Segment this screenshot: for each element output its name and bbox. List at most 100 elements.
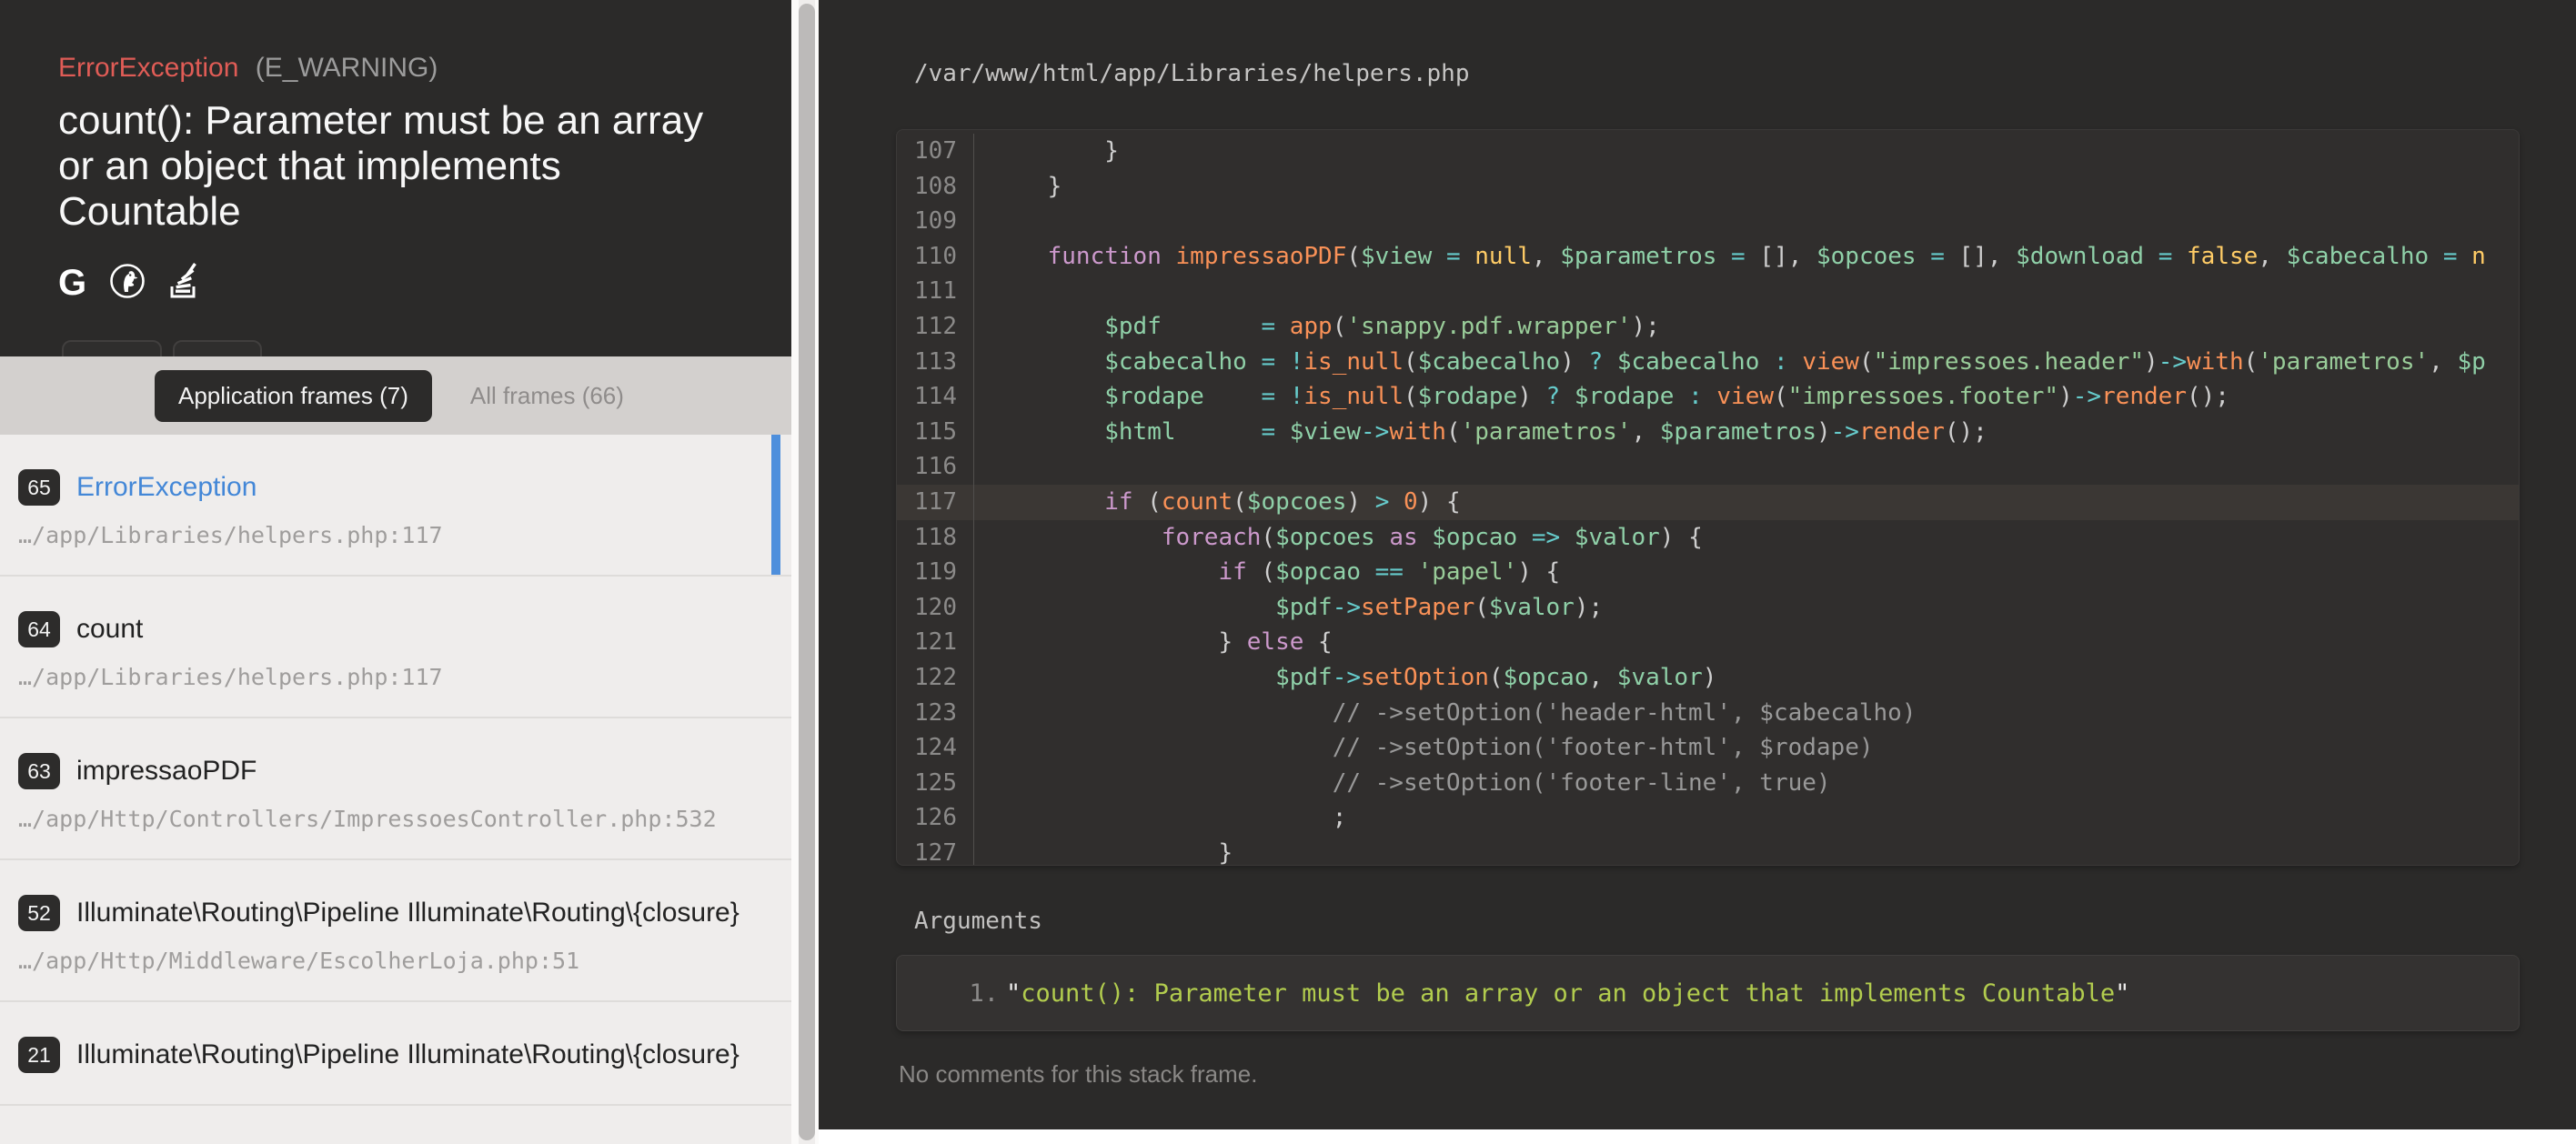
line-number: 121: [897, 625, 974, 660]
error-page: ErrorException (E_WARNING) count(): Para…: [0, 0, 2576, 1144]
exception-title: ErrorException (E_WARNING): [58, 53, 755, 84]
frame-row[interactable]: 63 impressaoPDF …/app/Http/Controllers/Imp…: [0, 718, 791, 860]
line-code: $cabecalho = !is_null($cabecalho) ? $cab…: [974, 345, 2486, 380]
frame-head: 63 impressaoPDF: [18, 748, 755, 795]
code-line: 114 $rodape = !is_null($rodape) ? $rodap…: [897, 379, 2519, 415]
frame-detail-panel: /var/www/html/app/Libraries/helpers.php …: [819, 0, 2576, 1129]
code-line: 118 foreach($opcoes as $opcao => $valor)…: [897, 520, 2519, 556]
line-number: 109: [897, 204, 974, 239]
clipped-header-button-1[interactable]: [62, 340, 162, 356]
line-number: 117: [897, 485, 974, 520]
code-line: 124 // ->setOption('footer-html', $rodap…: [897, 730, 2519, 766]
code-line: 125 // ->setOption('footer-line', true): [897, 766, 2519, 801]
line-number: 127: [897, 836, 974, 866]
line-code: foreach($opcoes as $opcao => $valor) {: [974, 520, 1703, 556]
argument-value: count(): Parameter must be an array or a…: [1021, 979, 2115, 1008]
frame-path: …/app/Http/Controllers/ImpressoesControl…: [18, 806, 755, 833]
code-line: 110 function impressaoPDF($view = null, …: [897, 239, 2519, 275]
frame-head: 52 Illuminate\Routing\Pipeline Illuminate…: [18, 889, 755, 937]
line-number: 123: [897, 696, 974, 731]
code-line: 119 if ($opcao == 'papel') {: [897, 555, 2519, 590]
frames-filter-tabbar: Application frames (7) All frames (66): [0, 356, 791, 435]
frame-name: impressaoPDF: [76, 748, 257, 795]
arguments-box: 1."count(): Parameter must be an array o…: [896, 955, 2520, 1031]
frame-index-badge: 64: [18, 611, 60, 647]
line-number: 118: [897, 520, 974, 556]
line-number: 120: [897, 590, 974, 626]
frame-name: Illuminate\Routing\Pipeline Illuminate\R…: [76, 1031, 740, 1079]
line-code: // ->setOption('footer-line', true): [974, 766, 1831, 801]
line-code: function impressaoPDF($view = null, $par…: [974, 239, 2486, 275]
no-comments-text: No comments for this stack frame.: [899, 1060, 1257, 1089]
argument-close-quote: ": [2115, 979, 2129, 1008]
line-number: 116: [897, 449, 974, 485]
code-line: 120 $pdf->setPaper($valor);: [897, 590, 2519, 626]
line-code: $pdf->setOption($opcao, $valor): [974, 660, 1716, 696]
frames-list: 65 ErrorException …/app/Libraries/helpers.…: [0, 435, 791, 1144]
frame-index-badge: 52: [18, 895, 60, 931]
frame-index-badge: 65: [18, 469, 60, 506]
line-number: 110: [897, 239, 974, 275]
stackoverflow-search-icon[interactable]: [168, 262, 199, 305]
line-code: [974, 449, 991, 485]
line-code: $html = $view->with('parametros', $param…: [974, 415, 1987, 450]
frame-index-badge: 63: [18, 753, 60, 789]
line-code: }: [974, 836, 1233, 866]
line-number: 114: [897, 379, 974, 415]
code-line: 123 // ->setOption('header-html', $cabec…: [897, 696, 2519, 731]
code-line: 116: [897, 449, 2519, 485]
duckduckgo-search-icon[interactable]: [108, 262, 146, 305]
line-code: $pdf = app('snappy.pdf.wrapper');: [974, 309, 1660, 345]
file-path: /var/www/html/app/Libraries/helpers.php: [914, 60, 1469, 87]
argument-item: 1."count(): Parameter must be an array o…: [897, 979, 2519, 1008]
exception-class: ErrorException: [58, 53, 238, 83]
line-number: 111: [897, 274, 974, 309]
argument-index: 1.: [955, 979, 999, 1008]
line-number: 126: [897, 800, 974, 836]
frame-name: count: [76, 606, 143, 653]
frame-row[interactable]: 64count…/app/Libraries/helpers.php:117: [0, 577, 791, 718]
exception-header: ErrorException (E_WARNING) count(): Para…: [0, 0, 791, 356]
arguments-heading: Arguments: [914, 908, 1042, 935]
code-line: 122 $pdf->setOption($opcao, $valor): [897, 660, 2519, 696]
frame-head: 65 ErrorException: [18, 464, 755, 511]
line-code: }: [974, 134, 1119, 169]
frame-path: …/app/Libraries/helpers.php:117: [18, 522, 755, 549]
line-code: if ($opcao == 'papel') {: [974, 555, 1560, 590]
line-code: }: [974, 169, 1062, 205]
line-number: 124: [897, 730, 974, 766]
line-code: ;: [974, 800, 1346, 836]
line-code: $rodape = !is_null($rodape) ? $rodape : …: [974, 379, 2229, 415]
line-number: 115: [897, 415, 974, 450]
code-line: 115 $html = $view->with('parametros', $p…: [897, 415, 2519, 450]
frame-row[interactable]: 65 ErrorException …/app/Libraries/helpers.…: [0, 435, 791, 577]
frame-name: ErrorException: [76, 464, 257, 511]
code-line: 109: [897, 204, 2519, 239]
code-line: 113 $cabecalho = !is_null($cabecalho) ? …: [897, 345, 2519, 380]
tab-all-frames[interactable]: All frames (66): [465, 381, 629, 411]
code-line: 107 }: [897, 134, 2519, 169]
search-links-row: G: [58, 264, 755, 302]
line-number: 112: [897, 309, 974, 345]
code-viewer: 107 }108 }109110 function impressaoPDF($…: [896, 129, 2520, 866]
clipped-header-button-2[interactable]: [173, 340, 262, 356]
google-search-icon[interactable]: G: [58, 265, 86, 301]
frame-row[interactable]: 52 Illuminate\Routing\Pipeline Illuminate…: [0, 860, 791, 1002]
frame-row[interactable]: 21Illuminate\Routing\Pipeline Illuminate…: [0, 1002, 791, 1106]
line-number: 108: [897, 169, 974, 205]
line-code: } else {: [974, 625, 1333, 660]
code-line-highlighted: 117 if (count($opcoes) > 0) {: [897, 485, 2519, 520]
code-line: 112 $pdf = app('snappy.pdf.wrapper');: [897, 309, 2519, 345]
frames-scrollbar-thumb[interactable]: [799, 4, 815, 1140]
frame-name: Illuminate\Routing\Pipeline Illuminate\R…: [76, 889, 740, 937]
argument-open-quote: ": [1006, 979, 1021, 1008]
line-code: // ->setOption('header-html', $cabecalho…: [974, 696, 1916, 731]
frame-head: 64 count: [18, 606, 755, 653]
code-line: 126 ;: [897, 800, 2519, 836]
frame-path: …/app/Http/Middleware/EscolherLoja.php:5…: [18, 948, 755, 975]
line-number: 122: [897, 660, 974, 696]
exception-message: count(): Parameter must be an array or a…: [58, 98, 713, 235]
tab-application-frames[interactable]: Application frames (7): [155, 370, 432, 422]
code-line: 121 } else {: [897, 625, 2519, 660]
line-code: [974, 274, 991, 309]
